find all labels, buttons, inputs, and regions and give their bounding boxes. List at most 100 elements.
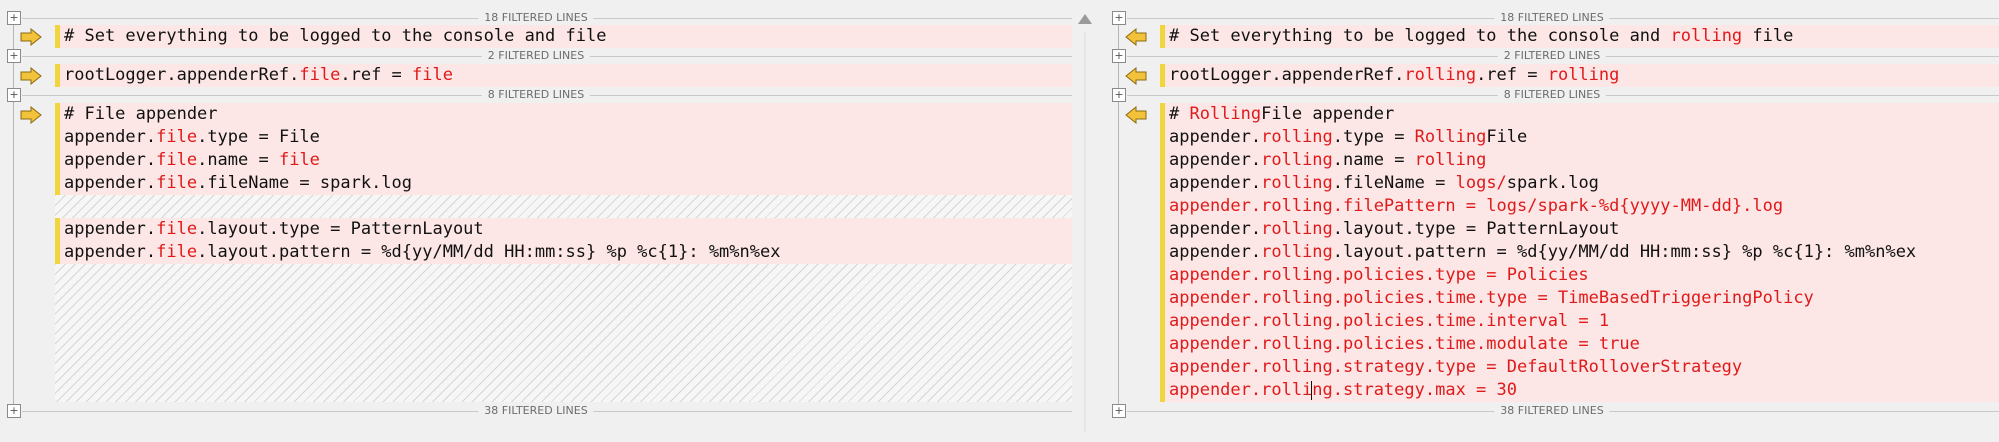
- change-marker: [55, 218, 60, 264]
- changed-text: rolling: [1261, 219, 1333, 239]
- code-line[interactable]: appender.file.type = File: [64, 126, 320, 149]
- code-text: .name =: [197, 150, 279, 170]
- code-line[interactable]: appender.file.fileName = spark.log: [64, 172, 412, 195]
- code-text: rootLogger.appenderRef.: [64, 65, 300, 85]
- changed-text: appender.rolling.strategy.type = Default…: [1169, 357, 1743, 377]
- changed-text: rolling: [1261, 173, 1333, 193]
- code-text: .type =: [1332, 127, 1415, 147]
- changed-text: rolling: [1261, 242, 1333, 262]
- code-line[interactable]: appender.file.layout.pattern = %d{yy/MM/…: [64, 241, 780, 264]
- filtered-lines-row[interactable]: + 38 FILTERED LINES: [1105, 404, 1999, 418]
- code-line[interactable]: appender.file.name = file: [64, 149, 320, 172]
- arrow-left-icon[interactable]: [1125, 67, 1147, 85]
- expand-icon[interactable]: +: [7, 11, 21, 25]
- code-text: # Set everything to be logged to the con…: [64, 26, 607, 46]
- code-line[interactable]: appender.rolling.type = RollingFile: [1169, 126, 1527, 149]
- code-line[interactable]: appender.rolling.strategy.max = 30: [1169, 379, 1517, 402]
- text-cursor: [1311, 381, 1312, 400]
- empty-gap-block: [55, 264, 1072, 402]
- code-line[interactable]: appender.rolling.strategy.type = Default…: [1169, 356, 1742, 379]
- changed-text: rolling: [1414, 150, 1487, 170]
- changed-text: rolling: [1261, 150, 1333, 170]
- arrow-left-icon[interactable]: [1125, 28, 1147, 46]
- code-line[interactable]: appender.rolling.policies.time.type = Ti…: [1169, 287, 1814, 310]
- code-text: File appender: [1261, 104, 1395, 124]
- filtered-lines-label: 8 FILTERED LINES: [1497, 88, 1607, 102]
- expand-icon[interactable]: +: [7, 88, 21, 102]
- scroll-up-icon[interactable]: [1078, 14, 1092, 24]
- code-line[interactable]: appender.file.layout.type = PatternLayou…: [64, 218, 484, 241]
- code-line[interactable]: appender.rolling.policies.type = Policie…: [1169, 264, 1589, 287]
- code-text: appender.: [64, 127, 157, 147]
- expand-icon[interactable]: +: [7, 49, 21, 63]
- code-line[interactable]: # RollingFile appender: [1169, 103, 1394, 126]
- code-line[interactable]: appender.rolling.fileName = logs/spark.l…: [1169, 172, 1599, 195]
- code-text: .layout.pattern = %d{yy/MM/dd HH:mm:ss} …: [197, 242, 781, 262]
- filtered-lines-label: 38 FILTERED LINES: [478, 404, 594, 418]
- expand-icon[interactable]: +: [7, 404, 21, 418]
- pane-divider[interactable]: [1072, 0, 1105, 442]
- filtered-lines-label: 38 FILTERED LINES: [1494, 404, 1610, 418]
- changed-text: appender.rolling.policies.time.modulate …: [1169, 334, 1640, 354]
- tree-line: [13, 20, 14, 410]
- changed-text: Rolling: [1414, 127, 1487, 147]
- change-marker: [55, 103, 60, 195]
- filtered-lines-row[interactable]: + 38 FILTERED LINES: [0, 404, 1072, 418]
- code-text: #: [1169, 104, 1190, 124]
- expand-icon[interactable]: +: [1112, 49, 1126, 63]
- code-text: .type = File: [197, 127, 320, 147]
- filtered-lines-row[interactable]: + 2 FILTERED LINES: [1105, 49, 1999, 63]
- code-line[interactable]: appender.rolling.policies.time.interval …: [1169, 310, 1609, 333]
- code-line[interactable]: appender.rolling.layout.type = PatternLa…: [1169, 218, 1619, 241]
- arrow-right-icon[interactable]: [20, 106, 42, 124]
- filtered-lines-row[interactable]: + 2 FILTERED LINES: [0, 49, 1072, 63]
- change-marker: [1160, 64, 1165, 87]
- code-text: .fileName = spark.log: [197, 173, 413, 193]
- code-line[interactable]: rootLogger.appenderRef.rolling.ref = rol…: [1169, 64, 1619, 87]
- filtered-lines-row[interactable]: + 18 FILTERED LINES: [0, 11, 1072, 25]
- changed-text: file: [412, 65, 453, 85]
- code-line[interactable]: appender.rolling.policies.time.modulate …: [1169, 333, 1640, 356]
- code-line[interactable]: # Set everything to be logged to the con…: [64, 25, 606, 48]
- changed-text: appender.rolling.policies.time.interval …: [1169, 311, 1610, 331]
- empty-gap-block: [55, 195, 1072, 218]
- scrollbar-track[interactable]: [1084, 32, 1086, 432]
- arrow-right-icon[interactable]: [20, 28, 42, 46]
- code-text: File: [1486, 127, 1528, 147]
- code-text: appender.: [64, 219, 157, 239]
- code-line[interactable]: rootLogger.appenderRef.file.ref = file: [64, 64, 453, 87]
- changed-text: rolling: [1547, 65, 1620, 85]
- code-text: .layout.type = PatternLayout: [1332, 219, 1620, 239]
- code-text: .name =: [1332, 150, 1415, 170]
- code-line[interactable]: # Set everything to be logged to the con…: [1169, 25, 1793, 48]
- code-text: .layout.type = PatternLayout: [197, 219, 484, 239]
- changed-text: file: [299, 65, 341, 85]
- filtered-lines-label: 8 FILTERED LINES: [481, 88, 591, 102]
- filtered-lines-row[interactable]: + 8 FILTERED LINES: [1105, 88, 1999, 102]
- code-text: appender.: [64, 242, 157, 262]
- filtered-lines-row[interactable]: + 18 FILTERED LINES: [1105, 11, 1999, 25]
- arrow-left-icon[interactable]: [1125, 106, 1147, 124]
- filtered-lines-label: 18 FILTERED LINES: [478, 11, 594, 25]
- code-line[interactable]: # File appender: [64, 103, 218, 126]
- code-text: # Set everything to be logged to the con…: [1169, 26, 1671, 46]
- code-text: appender.: [1169, 242, 1262, 262]
- changed-text: Rolling: [1189, 104, 1262, 124]
- code-line[interactable]: appender.rolling.filePattern = logs/spar…: [1169, 195, 1783, 218]
- arrow-right-icon[interactable]: [20, 67, 42, 85]
- changed-text: file: [156, 219, 198, 239]
- code-text: spark.log: [1506, 173, 1599, 193]
- expand-icon[interactable]: +: [1112, 11, 1126, 25]
- expand-icon[interactable]: +: [1112, 88, 1126, 102]
- code-line[interactable]: appender.rolling.layout.pattern = %d{yy/…: [1169, 241, 1916, 264]
- change-marker: [55, 25, 60, 48]
- changed-text: appender.rolling.policies.type = Policie…: [1169, 265, 1589, 285]
- expand-icon[interactable]: +: [1112, 404, 1126, 418]
- code-line[interactable]: appender.rolling.name = rolling: [1169, 149, 1486, 172]
- changed-text: logs/: [1455, 173, 1507, 193]
- changed-text: file: [156, 150, 198, 170]
- code-text: appender.: [1169, 127, 1262, 147]
- changed-text: file: [278, 150, 320, 170]
- changed-text: file: [156, 127, 198, 147]
- filtered-lines-row[interactable]: + 8 FILTERED LINES: [0, 88, 1072, 102]
